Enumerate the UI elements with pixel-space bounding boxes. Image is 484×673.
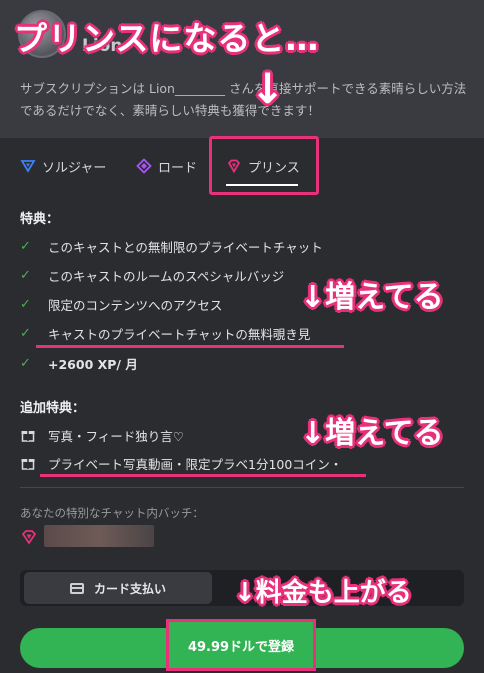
triangle-icon bbox=[20, 160, 36, 173]
tab-soldier[interactable]: ソルジャー bbox=[20, 138, 106, 194]
check-icon: ✓ bbox=[20, 296, 31, 312]
gift-icon bbox=[21, 459, 35, 470]
extra-benefit-text: 写真・フィード独り言♡ bbox=[48, 428, 184, 444]
annotation-increase: ↓増えてる bbox=[300, 280, 444, 315]
benefit-item: ✓ このキャストのルームのスペシャルバッジ bbox=[20, 265, 284, 285]
benefits-title: 特典： bbox=[20, 212, 60, 227]
extra-benefit-item: 写真・フィード独り言♡ bbox=[20, 425, 184, 445]
badge-preview-blurred bbox=[44, 525, 154, 547]
benefit-text: キャストのプライベートチャットの無料覗き見 bbox=[48, 326, 311, 342]
extra-benefit-text: プライベート写真動画・限定プラベ1分100コイン・ bbox=[48, 456, 343, 472]
benefit-item: ✓ 限定のコンテンツへのアクセス bbox=[20, 294, 222, 314]
benefit-text: 限定のコンテンツへのアクセス bbox=[48, 297, 223, 313]
tab-soldier-label: ソルジャー bbox=[42, 160, 107, 176]
check-icon: ✓ bbox=[20, 267, 31, 283]
benefit-text: このキャストのルームのスペシャルバッジ bbox=[48, 268, 285, 284]
subscription-description: サブスクリプションは Lion________ さんを直接サポートできる素晴らし… bbox=[20, 81, 467, 118]
credit-card-icon bbox=[69, 582, 84, 594]
subscribe-button[interactable]: 49.99ドルで登録 bbox=[166, 619, 316, 671]
extra-benefit-item: プライベート写真動画・限定プラベ1分100コイン・ bbox=[20, 453, 342, 473]
divider bbox=[20, 487, 464, 488]
benefit-item: ✓ このキャストとの無制限のプライベートチャット bbox=[20, 236, 323, 256]
annotation-highlight-box bbox=[209, 136, 319, 195]
badge-label: あなたの特別なチャット内バッチ： bbox=[20, 506, 204, 520]
check-icon: ✓ bbox=[20, 325, 31, 341]
benefit-text: +2600 XP/ 月 bbox=[48, 356, 138, 372]
annotation-underline bbox=[36, 345, 344, 348]
tab-lord[interactable]: ロード bbox=[136, 138, 197, 194]
gift-icon bbox=[21, 431, 35, 442]
annotation-arrow: ↓ bbox=[250, 64, 286, 113]
benefit-item: ✓ +2600 XP/ 月 bbox=[20, 353, 138, 373]
card-payment-label: カード支払い bbox=[93, 581, 166, 596]
gem-icon bbox=[21, 530, 37, 545]
diamond-icon bbox=[136, 158, 152, 174]
extra-benefits-title: 追加特典： bbox=[20, 401, 86, 416]
card-payment-tab[interactable]: カード支払い bbox=[24, 572, 212, 604]
annotation-title: プリンスになると… bbox=[14, 19, 320, 58]
subscribe-label: 49.99ドルで登録 bbox=[187, 639, 295, 655]
annotation-underline bbox=[40, 474, 366, 477]
benefit-item: ✓ キャストのプライベートチャットの無料覗き見 bbox=[20, 323, 310, 343]
benefit-text: このキャストとの無制限のプライベートチャット bbox=[48, 239, 323, 255]
annotation-increase: ↓増えてる bbox=[300, 416, 444, 451]
check-icon: ✓ bbox=[20, 238, 31, 254]
check-icon: ✓ bbox=[20, 355, 31, 371]
annotation-price-up: ↓料金も上がる bbox=[234, 578, 412, 608]
tab-lord-label: ロード bbox=[158, 160, 198, 176]
